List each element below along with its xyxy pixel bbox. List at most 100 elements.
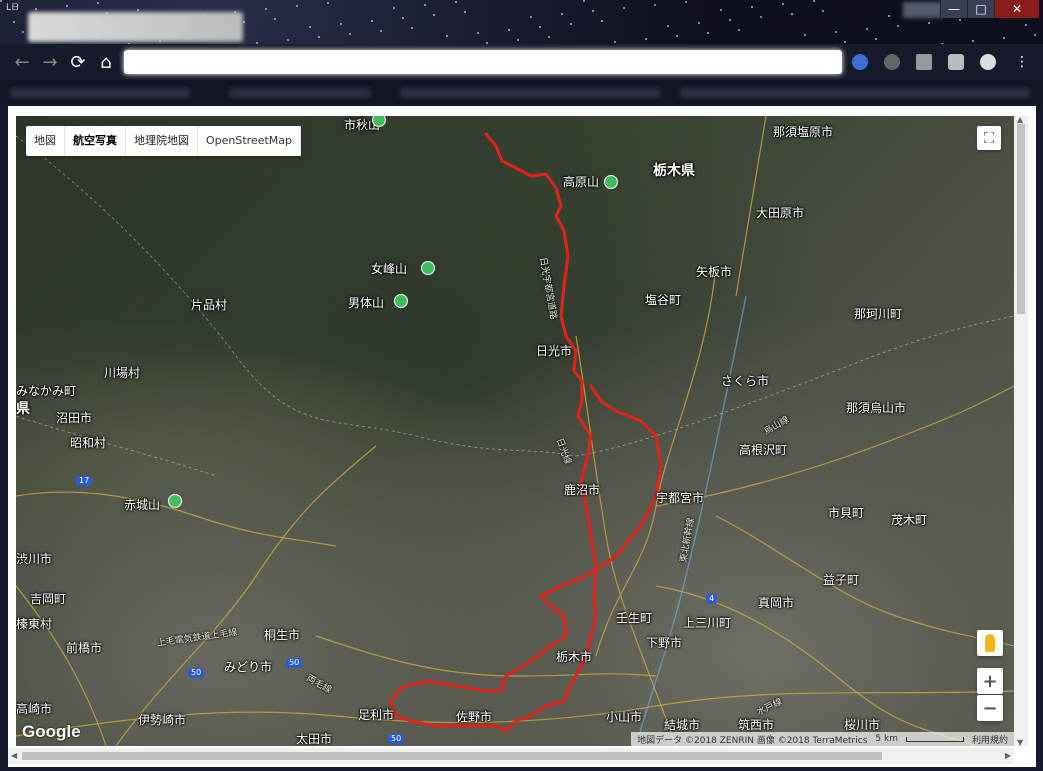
star-decoration (791, 13, 793, 15)
star-decoration (583, 0, 585, 2)
map-overlay (16, 116, 1014, 746)
star-decoration (402, 17, 404, 19)
minimize-button[interactable]: — (940, 0, 967, 18)
extension-e-icon[interactable] (852, 54, 868, 70)
extension-note-icon[interactable] (948, 54, 964, 70)
star-decoration (274, 18, 276, 20)
star-decoration (782, 3, 784, 5)
place-label: 下野市 (646, 636, 683, 650)
star-decoration (676, 35, 678, 37)
star-decoration (592, 10, 594, 12)
place-label: 真岡市 (758, 596, 795, 610)
scroll-down-icon[interactable]: ▼ (1017, 738, 1023, 747)
horizontal-scroll-thumb[interactable] (22, 752, 882, 760)
star-decoration (822, 10, 824, 12)
star-decoration (22, 31, 24, 33)
star-decoration (698, 22, 700, 24)
gps-track-route[interactable] (389, 132, 663, 733)
browser-tab[interactable] (28, 12, 243, 42)
map-type-satellite[interactable]: 航空写真 (65, 126, 126, 156)
mountain-peak-icon[interactable] (394, 294, 408, 308)
horizontal-scrollbar[interactable]: ◀ ▶ (8, 748, 1014, 764)
zoom-out-button[interactable]: − (977, 695, 1003, 721)
place-label: 県 (16, 401, 30, 417)
star-decoration (287, 39, 289, 41)
star-decoration (296, 5, 298, 7)
place-label: みどり市 (224, 660, 273, 674)
star-decoration (349, 33, 351, 35)
star-decoration (866, 28, 868, 30)
place-label: 益子町 (823, 573, 860, 587)
mountain-peak-icon[interactable] (421, 261, 435, 275)
star-decoration (340, 23, 342, 25)
star-decoration (835, 31, 837, 33)
scroll-up-icon[interactable]: ▲ (1017, 115, 1023, 124)
terms-link[interactable]: 利用規約 (972, 733, 1008, 746)
reload-icon[interactable]: ⟳ (68, 52, 88, 73)
place-label: 足利市 (358, 708, 395, 722)
star-decoration (13, 21, 15, 23)
maximize-button[interactable]: □ (967, 0, 994, 18)
scroll-right-icon[interactable]: ▶ (1005, 751, 1011, 760)
star-decoration (972, 40, 974, 42)
star-decoration (1025, 24, 1027, 26)
star-decoration (243, 21, 245, 23)
back-arrow-icon[interactable]: ← (12, 52, 32, 73)
scroll-left-icon[interactable]: ◀ (11, 751, 17, 760)
profile-button[interactable] (903, 2, 943, 18)
star-decoration (477, 32, 479, 34)
map-type-osm[interactable]: OpenStreetMap (198, 126, 302, 156)
google-logo: Google (22, 722, 81, 741)
star-decoration (601, 20, 603, 22)
vertical-scrollbar[interactable]: ▲ ▼ (1014, 115, 1028, 747)
place-label: 鹿沼市 (564, 483, 601, 497)
place-label: 沼田市 (56, 411, 93, 425)
star-decoration (685, 1, 687, 3)
place-label: 佐野市 (456, 710, 493, 724)
star-decoration (446, 35, 448, 37)
page-viewport: 地図 航空写真 地理院地図 OpenStreetMap ⛶ + − Google… (8, 106, 1036, 767)
map-type-map[interactable]: 地図 (26, 126, 65, 156)
close-button[interactable]: ✕ (994, 0, 1039, 18)
star-decoration (137, 9, 139, 11)
scale-label[interactable]: 5 km (875, 734, 898, 744)
place-label: 女峰山 (371, 262, 408, 276)
star-decoration (530, 16, 532, 18)
title-bar: ᒪᗷ — □ ✕ (0, 0, 1043, 44)
star-decoration (318, 36, 320, 38)
star-decoration (0, 0, 2, 2)
star-decoration (928, 22, 930, 24)
extension-gauge-icon[interactable] (980, 54, 996, 70)
extension-circle-icon[interactable] (884, 54, 900, 70)
place-label: 小山市 (606, 710, 643, 724)
place-label: 桜川市 (844, 718, 881, 732)
star-decoration (844, 41, 846, 43)
star-decoration (875, 38, 877, 40)
mountain-peak-icon[interactable] (168, 494, 182, 508)
map-canvas[interactable]: 地図 航空写真 地理院地図 OpenStreetMap ⛶ + − Google… (16, 116, 1014, 746)
vertical-scroll-thumb[interactable] (1017, 124, 1025, 314)
mountain-peak-icon[interactable] (604, 175, 618, 189)
app-logo: ᒪᗷ (6, 3, 20, 13)
star-decoration (959, 19, 961, 21)
map-type-gsi[interactable]: 地理院地図 (126, 126, 198, 156)
menu-kebab-icon[interactable]: ⋮ (1012, 52, 1032, 72)
star-decoration (760, 16, 762, 18)
home-icon[interactable]: ⌂ (96, 52, 116, 73)
star-decoration (539, 26, 541, 28)
address-bar[interactable] (124, 50, 842, 74)
star-decoration (464, 11, 466, 13)
zoom-in-button[interactable]: + (977, 668, 1003, 694)
place-label: 上三川町 (683, 616, 732, 630)
place-label: 渋川市 (16, 552, 53, 566)
place-label: 栃木県 (653, 163, 695, 179)
forward-arrow-icon[interactable]: → (40, 52, 60, 73)
star-decoration (433, 14, 435, 16)
extension-square-icon[interactable] (916, 54, 932, 70)
place-label: みなかみ町 (16, 384, 77, 398)
road-shield-icon: 50 (286, 658, 303, 668)
road-shield-icon: 50 (188, 668, 205, 678)
street-view-pegman[interactable] (977, 630, 1003, 656)
star-decoration (888, 15, 890, 17)
fullscreen-button[interactable]: ⛶ (977, 126, 1001, 150)
